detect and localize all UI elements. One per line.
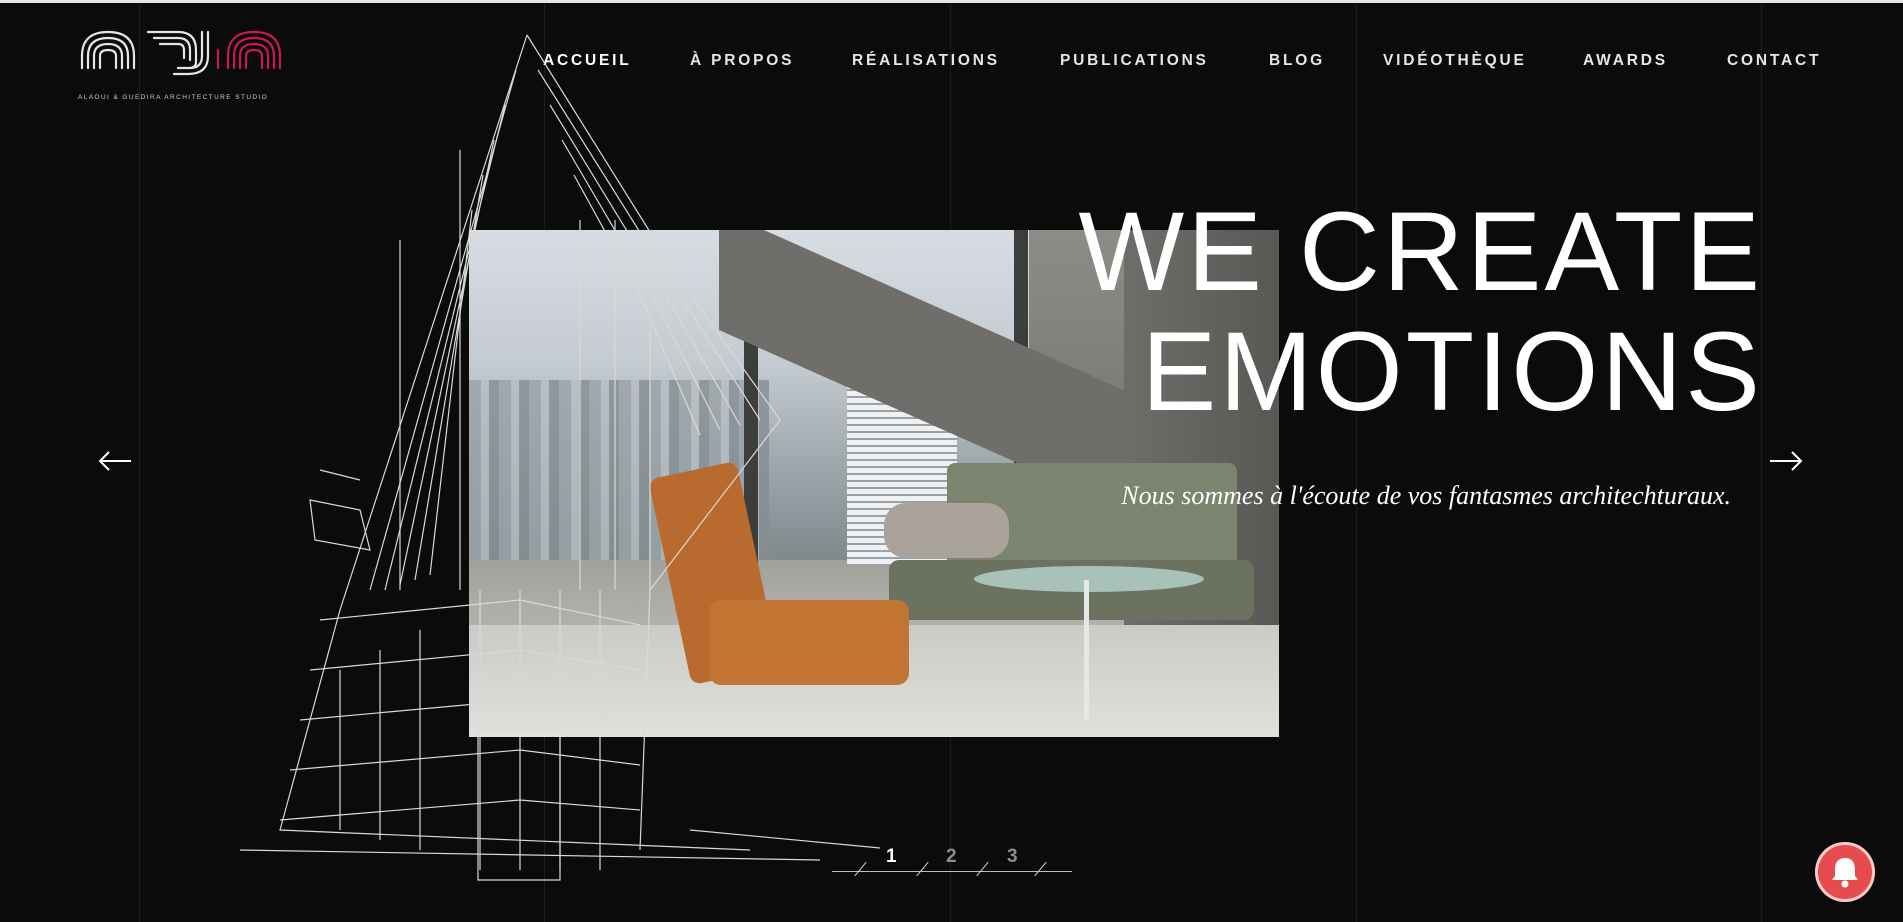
pagination-divider xyxy=(854,861,867,877)
nav-item-awards[interactable]: AWARDS xyxy=(1583,52,1668,70)
arrow-right-icon xyxy=(1770,451,1803,471)
top-border xyxy=(0,0,1903,3)
notification-bell-button[interactable] xyxy=(1815,842,1875,902)
hero-subtitle: Nous sommes à l'écoute de vos fantasmes … xyxy=(1121,481,1731,510)
grid-line xyxy=(1356,3,1357,922)
slider-prev-button[interactable] xyxy=(97,448,133,474)
bell-icon xyxy=(1832,858,1858,888)
nav-item-contact[interactable]: CONTACT xyxy=(1727,52,1821,70)
pagination-divider xyxy=(1034,861,1047,877)
pagination-divider xyxy=(976,861,989,877)
grid-line xyxy=(139,3,140,922)
pagination-page-1[interactable]: 1 xyxy=(886,846,897,868)
hero-title-line-1: WE CREATE xyxy=(1078,189,1763,314)
slider-pagination: 1 2 3 xyxy=(832,846,1072,877)
arrow-left-icon xyxy=(98,451,131,471)
nav-item-videotheque[interactable]: VIDÉOTHÈQUE xyxy=(1383,52,1527,70)
grid-line xyxy=(1761,3,1762,922)
nav-item-blog[interactable]: BLOG xyxy=(1269,52,1325,70)
building-sketch xyxy=(239,34,881,881)
slider-next-button[interactable] xyxy=(1768,448,1804,474)
pagination-page-3[interactable]: 3 xyxy=(1007,846,1018,868)
pagination-page-2[interactable]: 2 xyxy=(946,846,957,868)
hero-title: WE CREATE EMOTIONS xyxy=(1078,192,1763,432)
pagination-divider xyxy=(916,861,929,877)
hero-title-line-2: EMOTIONS xyxy=(1141,309,1763,434)
